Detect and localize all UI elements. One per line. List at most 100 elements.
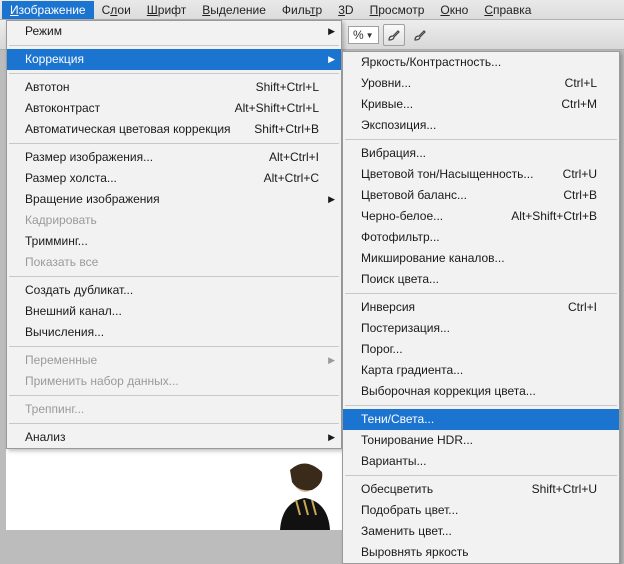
menubar-item-5[interactable]: 3D	[330, 1, 361, 19]
image-menu-item[interactable]: Внешний канал...	[7, 301, 341, 322]
menu-item-label: Обесцветить	[361, 482, 433, 497]
image-menu-item[interactable]: Тримминг...	[7, 231, 341, 252]
menu-separator	[9, 73, 339, 74]
menu-separator	[9, 395, 339, 396]
adjustments-menu-item[interactable]: Яркость/Контрастность...	[343, 52, 619, 73]
image-menu-item[interactable]: Размер холста...Alt+Ctrl+C	[7, 168, 341, 189]
menu-item-label: Размер изображения...	[25, 150, 153, 165]
image-menu-item: Переменные▶	[7, 350, 341, 371]
image-menu-item[interactable]: Режим▶	[7, 21, 341, 42]
menu-item-label: Вычисления...	[25, 325, 104, 340]
adjustments-menu-item[interactable]: Цветовой тон/Насыщенность...Ctrl+U	[343, 164, 619, 185]
image-menu-item[interactable]: Автоконтраст Alt+Shift+Ctrl+L	[7, 98, 341, 119]
brush-alt-icon[interactable]	[409, 24, 431, 46]
menu-item-shortcut: Shift+Ctrl+L	[256, 80, 319, 95]
menu-item-label: Применить набор данных...	[25, 374, 179, 389]
menu-item-label: Фотофильтр...	[361, 230, 440, 245]
menu-item-label: Автоконтраст	[25, 101, 100, 116]
image-menu-dropdown: Режим▶ Коррекция ▶ Автотон Shift+Ctrl+L Авток…	[6, 20, 342, 449]
adjustments-menu-item[interactable]: Тени/Света...	[343, 409, 619, 430]
adjustments-menu-item[interactable]: Выровнять яркость	[343, 542, 619, 563]
adjustments-menu-item[interactable]: Тонирование HDR...	[343, 430, 619, 451]
image-menu-item: Показать все	[7, 252, 341, 273]
image-menu-item[interactable]: Вычисления...	[7, 322, 341, 343]
adjustments-menu-item[interactable]: Вибрация...	[343, 143, 619, 164]
menu-item-label: Коррекция	[25, 52, 84, 67]
menu-separator	[9, 346, 339, 347]
menu-item-label: Подобрать цвет...	[361, 503, 458, 518]
adjustments-menu-item[interactable]: Кривые... Ctrl+M	[343, 94, 619, 115]
adjustments-menu-item[interactable]: Варианты...	[343, 451, 619, 472]
menubar-item-7[interactable]: Окно	[432, 1, 476, 19]
menu-item-label: Карта градиента...	[361, 363, 463, 378]
menu-item-label: Выровнять яркость	[361, 545, 469, 560]
menu-item-label: Яркость/Контрастность...	[361, 55, 501, 70]
adjustments-menu-item[interactable]: Фотофильтр...	[343, 227, 619, 248]
menu-item-label: Треппинг...	[25, 402, 84, 417]
menu-item-label: Микширование каналов...	[361, 251, 505, 266]
menu-item-shortcut: Alt+Shift+Ctrl+L	[235, 101, 319, 116]
menubar-item-2[interactable]: Шрифт	[139, 1, 194, 19]
menu-item-label: Тени/Света...	[361, 412, 434, 427]
menubar-item-3[interactable]: Выделение	[194, 1, 274, 19]
menu-item-shortcut: Ctrl+I	[568, 300, 597, 315]
adjustments-menu-item[interactable]: Заменить цвет...	[343, 521, 619, 542]
menu-item-label: Автотон	[25, 80, 70, 95]
menu-item-shortcut: Shift+Ctrl+U	[532, 482, 597, 497]
menu-item-label: Показать все	[25, 255, 98, 270]
menubar-item-8[interactable]: Справка	[476, 1, 539, 19]
adjustments-menu-item[interactable]: Порог...	[343, 339, 619, 360]
submenu-arrow-icon: ▶	[328, 192, 335, 207]
menu-separator	[9, 143, 339, 144]
adjustments-menu-item[interactable]: Черно-белое...Alt+Shift+Ctrl+B	[343, 206, 619, 227]
image-menu-item: Кадрировать	[7, 210, 341, 231]
canvas-area	[6, 440, 342, 530]
menu-item-shortcut: Ctrl+M	[561, 97, 597, 112]
menu-item-label: Выборочная коррекция цвета...	[361, 384, 536, 399]
zoom-pct-label: %	[353, 28, 364, 42]
menu-item-label: Анализ	[25, 430, 66, 445]
adjustments-menu-item[interactable]: Инверсия Ctrl+I	[343, 297, 619, 318]
menu-item-label: Кадрировать	[25, 213, 97, 228]
menu-item-label: Постеризация...	[361, 321, 450, 336]
submenu-arrow-icon: ▶	[328, 52, 335, 67]
zoom-field[interactable]: % ▼	[348, 26, 379, 44]
image-menu-item[interactable]: Вращение изображения▶	[7, 189, 341, 210]
image-menu-item[interactable]: Автотон Shift+Ctrl+L	[7, 77, 341, 98]
adjustments-menu-item[interactable]: Микширование каналов...	[343, 248, 619, 269]
adjustments-menu-item[interactable]: Экспозиция...	[343, 115, 619, 136]
menubar-item-1[interactable]: Слои	[94, 1, 139, 19]
adjustments-menu-item[interactable]: Обесцветить Shift+Ctrl+U	[343, 479, 619, 500]
menu-item-label: Порог...	[361, 342, 403, 357]
adjustments-menu-item[interactable]: Уровни...Ctrl+L	[343, 73, 619, 94]
menu-item-label: Инверсия	[361, 300, 415, 315]
brush-tool-icon[interactable]	[383, 24, 405, 46]
adjustments-menu-item[interactable]: Поиск цвета...	[343, 269, 619, 290]
image-menu-item[interactable]: Создать дубликат...	[7, 280, 341, 301]
adjustments-menu-item[interactable]: Выборочная коррекция цвета...	[343, 381, 619, 402]
image-menu-item: Применить набор данных...	[7, 371, 341, 392]
menu-item-label: Размер холста...	[25, 171, 117, 186]
menu-item-label: Экспозиция...	[361, 118, 436, 133]
adjustments-menu-item[interactable]: Цветовой баланс...Ctrl+B	[343, 185, 619, 206]
menu-item-label: Автоматическая цветовая коррекция	[25, 122, 231, 137]
menu-separator	[9, 276, 339, 277]
image-menu-item[interactable]: Коррекция ▶	[7, 49, 341, 70]
submenu-arrow-icon: ▶	[328, 353, 335, 368]
image-menu-item[interactable]: Анализ▶	[7, 427, 341, 448]
menu-item-label: Внешний канал...	[25, 304, 122, 319]
menu-separator	[345, 475, 617, 476]
menu-item-label: Тонирование HDR...	[361, 433, 473, 448]
photo-thumbnail	[250, 460, 340, 530]
menu-item-label: Цветовой баланс...	[361, 188, 467, 203]
adjustments-menu-item[interactable]: Подобрать цвет...	[343, 500, 619, 521]
image-menu-item[interactable]: Размер изображения...Alt+Ctrl+I	[7, 147, 341, 168]
menubar-item-0[interactable]: Изображение	[2, 1, 94, 19]
image-menu-item[interactable]: Автоматическая цветовая коррекцияShift+C…	[7, 119, 341, 140]
adjustments-menu-item[interactable]: Карта градиента...	[343, 360, 619, 381]
menu-item-label: Кривые...	[361, 97, 413, 112]
menubar-item-6[interactable]: Просмотр	[362, 1, 433, 19]
menu-item-label: Вибрация...	[361, 146, 426, 161]
adjustments-menu-item[interactable]: Постеризация...	[343, 318, 619, 339]
menubar-item-4[interactable]: Фильтр	[274, 1, 330, 19]
